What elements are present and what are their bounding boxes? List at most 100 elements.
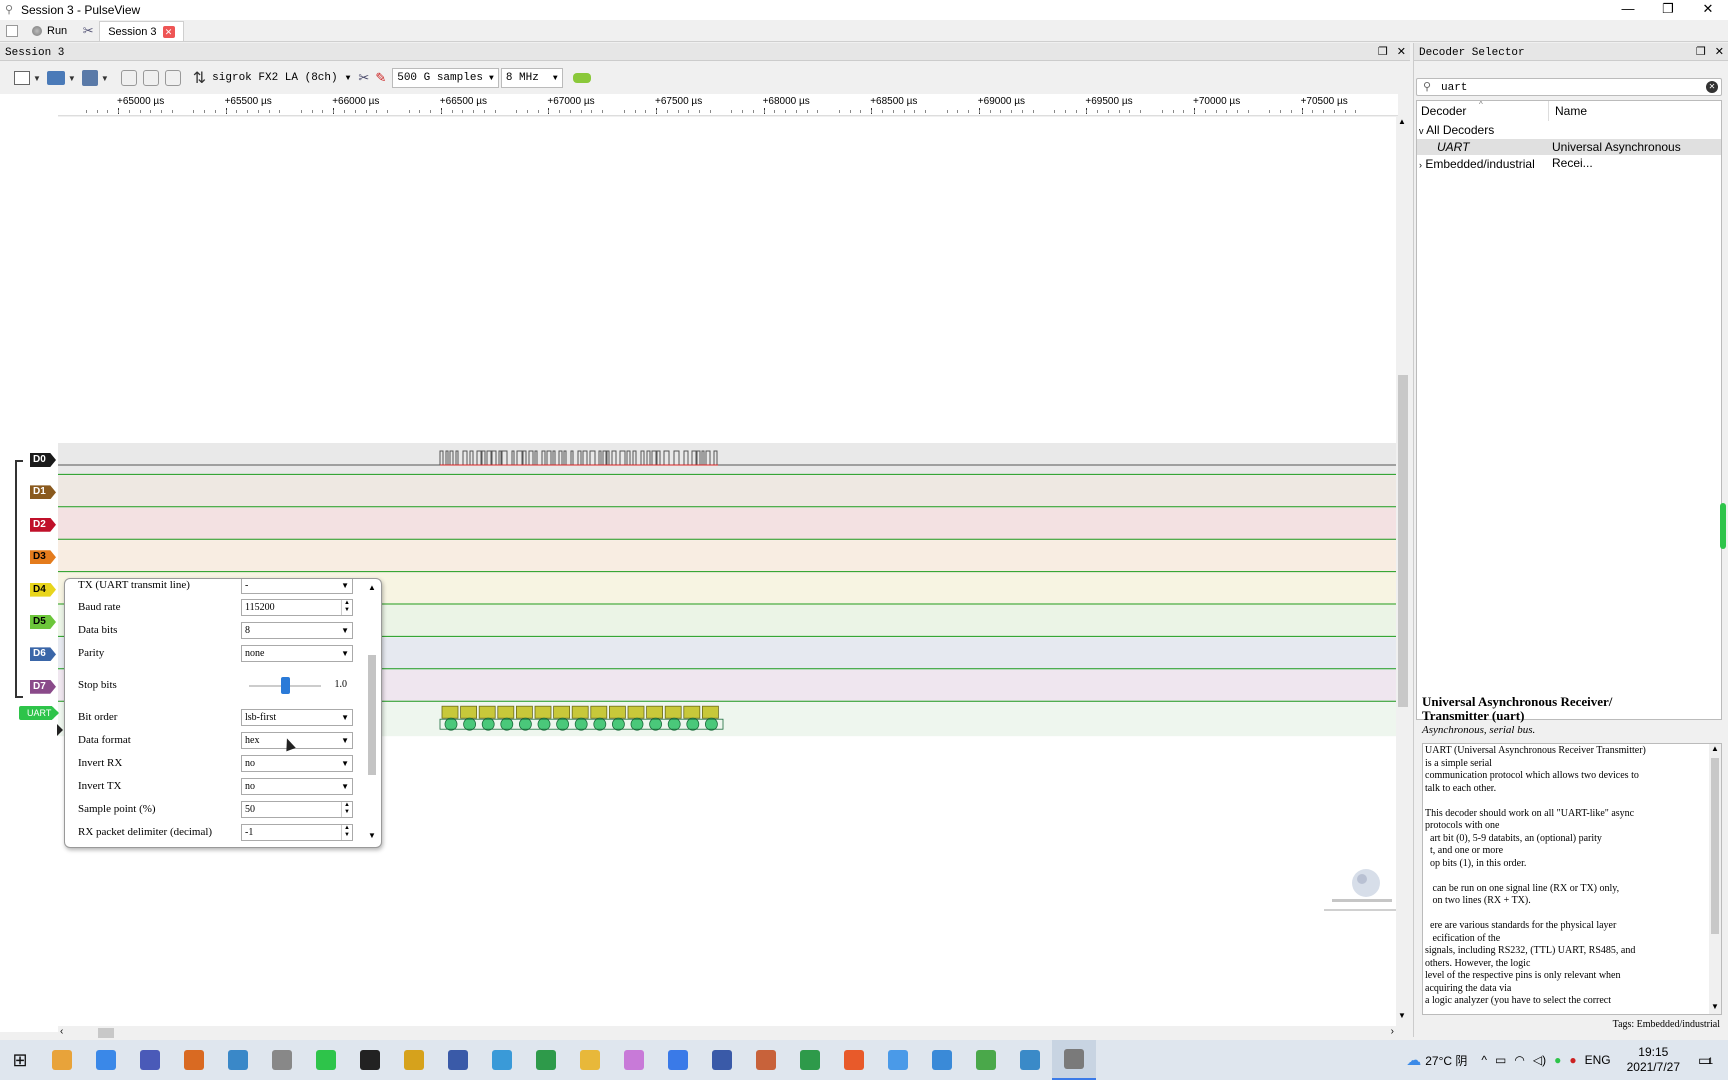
close-decoder-pane-icon[interactable]: ✕ [1715, 46, 1724, 58]
close-button[interactable]: ✕ [1688, 0, 1728, 20]
option-select[interactable]: - ▼ [241, 579, 353, 594]
clock[interactable]: 19:15 2021/7/27 [1627, 1045, 1680, 1075]
uart-data-annotation[interactable] [571, 705, 589, 719]
column-header-name[interactable]: Name [1551, 101, 1721, 121]
taskbar-app-icon[interactable] [1052, 1040, 1096, 1080]
taskbar-app-icon[interactable] [788, 1040, 832, 1080]
weather-icon[interactable]: ☁ [1406, 1051, 1421, 1069]
zoom-fit-button[interactable] [164, 67, 181, 89]
uart-bit-annotation[interactable] [444, 717, 458, 731]
hscroll-thumb[interactable] [98, 1028, 114, 1038]
tree-group-embedded-industrial[interactable]: › Embedded/industrial [1417, 156, 1721, 172]
sample-count-select[interactable]: 500 G samples ▼ [392, 68, 499, 88]
taskbar-app-icon[interactable] [920, 1040, 964, 1080]
uart-data-annotation[interactable] [460, 705, 478, 719]
probe-config-button[interactable]: ✎ [375, 67, 386, 89]
panel-splitter-handle[interactable] [1720, 503, 1726, 549]
uart-data-annotation[interactable] [590, 705, 608, 719]
taskbar-app-icon[interactable] [480, 1040, 524, 1080]
spin-arrows-icon[interactable]: ▲ ▼ [341, 824, 352, 840]
uart-bit-annotation[interactable] [612, 717, 625, 731]
uart-data-annotation[interactable] [627, 705, 645, 719]
uart-bit-annotation[interactable] [630, 717, 644, 731]
taskbar-app-icon[interactable] [612, 1040, 656, 1080]
option-select[interactable]: hex ▼ [241, 731, 353, 749]
option-spinbox[interactable]: 115200 ▲ ▼ [241, 598, 353, 616]
wifi-icon[interactable]: ◠ [1514, 1053, 1524, 1067]
scroll-left-icon[interactable]: ‹ [60, 1026, 63, 1037]
maximize-button[interactable]: ❐ [1648, 0, 1688, 20]
uart-trace-label[interactable]: UART [19, 706, 59, 720]
taskbar-app-icon[interactable] [84, 1040, 128, 1080]
uart-data-annotation[interactable] [497, 705, 515, 719]
volume-icon[interactable]: ◁) [1533, 1053, 1546, 1067]
spin-arrows-icon[interactable]: ▲ ▼ [341, 801, 352, 817]
uart-bit-annotation[interactable] [463, 717, 477, 731]
taskbar-app-icon[interactable] [436, 1040, 480, 1080]
new-window-icon[interactable] [6, 25, 18, 37]
uart-data-annotation[interactable] [534, 705, 552, 719]
option-select[interactable]: no ▼ [241, 777, 353, 795]
decoder-search-input[interactable]: ⚲ uart ✕ [1416, 78, 1722, 96]
add-decoder-button[interactable] [572, 67, 591, 89]
device-selector[interactable]: sigrok FX2 LA (8ch) ▼ [212, 72, 350, 84]
desc-scroll-thumb[interactable] [1711, 758, 1719, 934]
option-select[interactable]: none ▼ [241, 644, 353, 662]
taskbar-app-icon[interactable] [128, 1040, 172, 1080]
notifications-button[interactable]: ▭ 1 [1698, 1052, 1728, 1069]
taskbar-app-icon[interactable] [700, 1040, 744, 1080]
spin-arrows-icon[interactable]: ▲ ▼ [341, 599, 352, 615]
sample-rate-select[interactable]: 8 MHz ▼ [500, 68, 563, 88]
popup-scroll-thumb[interactable] [368, 655, 376, 775]
popup-scroll-up-icon[interactable]: ▲ [367, 583, 377, 592]
start-button[interactable]: ⊞ [0, 1040, 40, 1080]
uart-bit-annotation[interactable] [649, 717, 662, 731]
uart-bit-annotation[interactable] [537, 717, 551, 731]
uart-data-annotation[interactable] [683, 705, 701, 719]
tab-session-3[interactable]: Session 3 ✕ [99, 21, 184, 41]
settings-tools-icon[interactable]: ✂ [77, 20, 99, 41]
open-button[interactable]: ▼ [46, 67, 76, 89]
uart-data-annotation[interactable] [515, 705, 533, 719]
slider-handle[interactable] [281, 676, 290, 694]
vscroll-thumb[interactable] [1398, 375, 1408, 707]
taskbar-app-icon[interactable] [304, 1040, 348, 1080]
uart-data-annotation[interactable] [664, 705, 682, 719]
float-decoder-pane-icon[interactable]: ❐ [1696, 46, 1706, 58]
taskbar-app-icon[interactable] [832, 1040, 876, 1080]
decoder-list[interactable]: Decoder ^ Name v All Decoders UART Unive… [1416, 100, 1722, 720]
uart-data-annotation[interactable] [478, 705, 496, 719]
uart-bit-annotation[interactable] [556, 717, 570, 731]
desc-scroll-up-icon[interactable]: ▲ [1709, 744, 1721, 753]
uart-bit-annotation[interactable] [518, 717, 532, 731]
taskbar-app-icon[interactable] [568, 1040, 612, 1080]
uart-data-annotation[interactable] [609, 705, 626, 719]
uart-bit-annotation[interactable] [667, 717, 681, 731]
network-icon[interactable]: ▭ [1495, 1053, 1506, 1067]
uart-bit-annotation[interactable] [686, 717, 700, 731]
zoom-in-button[interactable] [120, 67, 137, 89]
clear-search-icon[interactable]: ✕ [1706, 81, 1718, 93]
save-button[interactable]: ▼ [81, 67, 109, 89]
uart-bit-annotation[interactable] [593, 717, 607, 731]
uart-data-annotation[interactable] [702, 705, 719, 719]
taskbar-app-icon[interactable] [260, 1040, 304, 1080]
taskbar-app-icon[interactable] [656, 1040, 700, 1080]
stop-bits-slider[interactable]: 1.0 [241, 676, 353, 694]
expand-arrow-icon[interactable]: › [1419, 160, 1422, 170]
taskbar-app-icon[interactable] [1008, 1040, 1052, 1080]
option-select[interactable]: no ▼ [241, 754, 353, 772]
zoom-out-button[interactable] [142, 67, 159, 89]
column-header-decoder[interactable]: Decoder ^ [1417, 100, 1549, 121]
new-view-button[interactable]: ▼ [14, 67, 41, 89]
close-tab-icon[interactable]: ✕ [162, 25, 175, 38]
ime-tray-icon[interactable]: ● [1569, 1053, 1576, 1067]
language-indicator[interactable]: ENG [1585, 1053, 1611, 1067]
taskbar-app-icon[interactable] [744, 1040, 788, 1080]
close-pane-icon[interactable]: ✕ [1397, 46, 1406, 58]
taskbar-app-icon[interactable] [392, 1040, 436, 1080]
time-ruler[interactable]: +65000 µs +65500 µs +66000 µs +66500 µs +670… [58, 94, 1398, 116]
taskbar-app-icon[interactable] [40, 1040, 84, 1080]
weather-text[interactable]: 27°C 阴 [1425, 1052, 1467, 1069]
taskbar-app-icon[interactable] [524, 1040, 568, 1080]
